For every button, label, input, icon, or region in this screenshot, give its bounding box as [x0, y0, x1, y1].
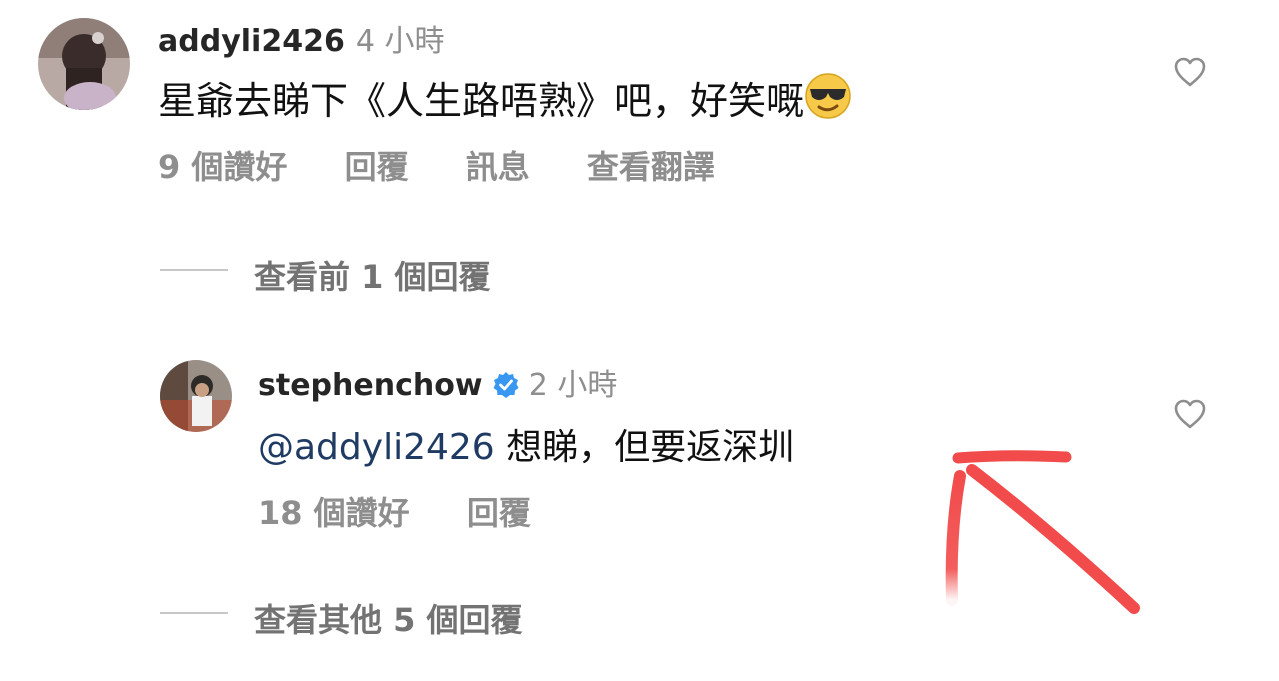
comment-username[interactable]: addyli2426 — [158, 24, 345, 59]
mention-link[interactable]: @addyli2426 — [258, 427, 495, 468]
comment-username[interactable]: stephenchow — [258, 368, 483, 403]
comment-text: 星爺去睇下《人生路唔熟》吧，好笑嘅 — [158, 70, 852, 129]
view-more-replies-button[interactable]: 查看其他 5 個回覆 — [254, 595, 523, 641]
comment-time: 2 小時 — [528, 368, 618, 403]
reply-button[interactable]: 回覆 — [467, 494, 531, 532]
likes-count[interactable]: 9 個讚好 — [158, 148, 287, 186]
see-translation-button[interactable]: 查看翻譯 — [587, 148, 715, 186]
thread-divider — [160, 269, 228, 271]
comment-body: 想睇，但要返深圳 — [494, 427, 795, 468]
verified-badge-icon — [492, 371, 520, 403]
like-heart-icon[interactable] — [1173, 56, 1207, 88]
thread-divider — [160, 612, 228, 614]
avatar[interactable] — [160, 360, 232, 432]
annotation-arrow-icon — [920, 450, 1179, 681]
avatar[interactable] — [38, 18, 130, 110]
view-previous-replies-button[interactable]: 查看前 1 個回覆 — [254, 252, 491, 298]
sunglasses-emoji-icon — [804, 72, 852, 129]
reply-button[interactable]: 回覆 — [345, 148, 409, 186]
comment-body: 星爺去睇下《人生路唔熟》吧，好笑嘅 — [158, 79, 805, 123]
like-heart-icon[interactable] — [1173, 398, 1207, 430]
likes-count[interactable]: 18 個讚好 — [258, 494, 410, 532]
comment-text: @addyli2426 想睇，但要返深圳 — [258, 418, 794, 470]
comment-time: 4 小時 — [355, 24, 445, 59]
message-button[interactable]: 訊息 — [466, 148, 530, 186]
